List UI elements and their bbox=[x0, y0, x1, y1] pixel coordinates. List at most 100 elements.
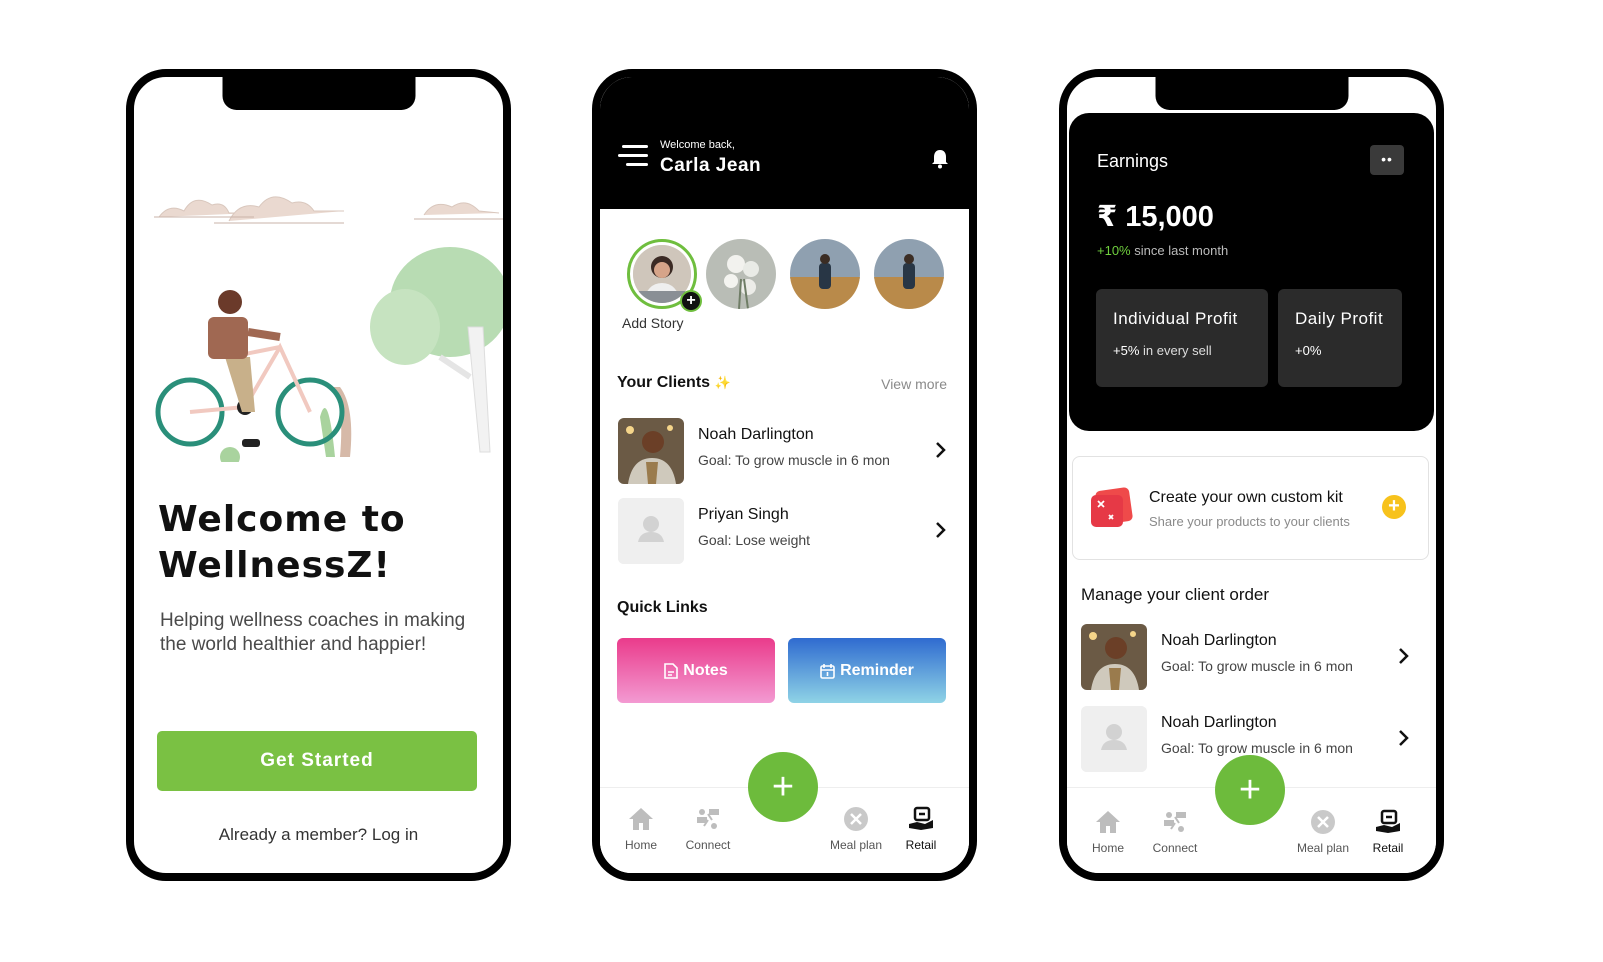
client-name: Noah Darlington bbox=[698, 426, 814, 443]
story-avatar-field-2[interactable] bbox=[874, 239, 944, 309]
manage-orders-title: Manage your client order bbox=[1081, 585, 1270, 604]
story-avatar-field[interactable] bbox=[790, 239, 860, 309]
tab-home-label: Home bbox=[1091, 841, 1124, 855]
story-avatar-flowers[interactable] bbox=[706, 239, 776, 309]
tab-home-label: Home bbox=[624, 838, 657, 852]
tab-retail[interactable]: Retail bbox=[1353, 809, 1423, 855]
client-avatar-placeholder bbox=[618, 498, 684, 564]
tab-meal-plan[interactable]: Meal plan bbox=[821, 806, 891, 852]
add-story-label: Add Story bbox=[622, 315, 684, 331]
individual-profit-subtitle: +5% in every sell bbox=[1113, 343, 1212, 358]
reminder-label: Reminder bbox=[840, 661, 914, 679]
your-clients-label: Your Clients bbox=[617, 374, 711, 391]
earnings-amount: ₹ 15,000 bbox=[1097, 201, 1214, 233]
sparkle-icon: ✨ bbox=[714, 375, 731, 390]
daily-profit-value: +0% bbox=[1295, 343, 1322, 358]
add-fab-button[interactable]: + bbox=[1215, 755, 1285, 825]
phone-retail-screen: Earnings •• ₹ 15,000 +10% since last mon… bbox=[1059, 69, 1444, 881]
retail-icon bbox=[1376, 809, 1400, 833]
client-avatar-placeholder bbox=[1081, 706, 1147, 772]
home-icon bbox=[1096, 811, 1120, 833]
greeting-text: Welcome back, bbox=[660, 139, 735, 151]
welcome-subtitle: Helping wellness coaches in making the w… bbox=[160, 610, 466, 655]
individual-profit-title: Individual Profit bbox=[1113, 309, 1238, 328]
chevron-right-icon[interactable] bbox=[1397, 728, 1411, 748]
quick-links-title: Quick Links bbox=[617, 599, 708, 616]
reminder-button[interactable]: Reminder bbox=[788, 638, 946, 703]
hamburger-icon[interactable] bbox=[618, 145, 648, 167]
document-icon bbox=[664, 662, 679, 679]
client-row[interactable]: Priyan Singh Goal: Lose weight bbox=[618, 498, 948, 564]
client-name: Priyan Singh bbox=[698, 506, 789, 523]
earnings-change-text: since last month bbox=[1130, 243, 1229, 258]
individual-profit-pct: +5% bbox=[1113, 343, 1140, 358]
tab-home[interactable]: Home bbox=[606, 806, 676, 852]
earnings-change-pct: +10% bbox=[1097, 243, 1131, 258]
phone-welcome-screen: Welcome to WellnessZ! Helping wellness c… bbox=[126, 69, 511, 881]
user-name: Carla Jean bbox=[660, 155, 762, 176]
tab-connect[interactable]: Connect bbox=[1140, 809, 1210, 855]
client-row[interactable]: Noah Darlington Goal: To grow muscle in … bbox=[618, 418, 948, 484]
client-name: Noah Darlington bbox=[1161, 714, 1277, 731]
home-header: Welcome back, Carla Jean bbox=[600, 77, 969, 209]
add-story-button[interactable]: + bbox=[627, 239, 702, 312]
tab-retail[interactable]: Retail bbox=[886, 806, 956, 852]
notes-button[interactable]: Notes bbox=[617, 638, 775, 703]
tab-meal-plan-label: Meal plan bbox=[1296, 841, 1350, 855]
daily-profit-card[interactable]: Daily Profit +0% bbox=[1278, 289, 1402, 387]
tab-connect[interactable]: Connect bbox=[673, 806, 743, 852]
view-more-link[interactable]: View more bbox=[881, 376, 947, 392]
custom-kit-card[interactable]: Create your own custom kit Share your pr… bbox=[1072, 456, 1429, 560]
client-goal: Goal: To grow muscle in 6 mon bbox=[1161, 658, 1353, 674]
earnings-change: +10% since last month bbox=[1097, 243, 1228, 258]
chevron-right-icon[interactable] bbox=[1397, 646, 1411, 666]
tab-connect-label: Connect bbox=[1152, 841, 1198, 855]
tab-retail-label: Retail bbox=[905, 838, 937, 852]
kit-icon bbox=[1091, 487, 1133, 527]
cyclist-illustration bbox=[155, 247, 503, 462]
tab-meal-plan-label: Meal plan bbox=[829, 838, 883, 852]
dots-icon[interactable]: •• bbox=[1370, 145, 1404, 175]
individual-profit-card[interactable]: Individual Profit +5% in every sell bbox=[1096, 289, 1268, 387]
stories-row: + Add Story bbox=[618, 239, 958, 339]
order-row[interactable]: Noah Darlington Goal: To grow muscle in … bbox=[1081, 624, 1411, 690]
connect-icon bbox=[1164, 812, 1186, 832]
tab-connect-label: Connect bbox=[685, 838, 731, 852]
get-started-button[interactable]: Get Started bbox=[157, 731, 477, 791]
phone-notch bbox=[222, 77, 415, 110]
plus-icon: + bbox=[1238, 768, 1262, 811]
tab-home[interactable]: Home bbox=[1073, 809, 1143, 855]
kit-title: Create your own custom kit bbox=[1149, 489, 1343, 506]
notes-label: Notes bbox=[683, 661, 728, 679]
plus-icon: + bbox=[771, 765, 795, 808]
welcome-title: Welcome to WellnessZ! bbox=[158, 499, 406, 586]
retail-icon bbox=[909, 806, 933, 830]
client-goal: Goal: To grow muscle in 6 mon bbox=[698, 452, 890, 468]
add-fab-button[interactable]: + bbox=[748, 752, 818, 822]
earnings-card: Earnings •• ₹ 15,000 +10% since last mon… bbox=[1069, 113, 1434, 431]
client-goal: Goal: Lose weight bbox=[698, 532, 811, 548]
individual-profit-text: in every sell bbox=[1139, 343, 1212, 358]
chevron-right-icon[interactable] bbox=[934, 520, 948, 540]
add-kit-plus-icon[interactable]: + bbox=[1382, 495, 1406, 519]
meal-plan-icon bbox=[1311, 810, 1335, 834]
meal-plan-icon bbox=[844, 807, 868, 831]
phone-home-screen: Welcome back, Carla Jean + Add Story You… bbox=[592, 69, 977, 881]
chevron-right-icon[interactable] bbox=[934, 440, 948, 460]
your-clients-title: Your Clients ✨ bbox=[617, 374, 731, 392]
client-avatar bbox=[618, 418, 684, 484]
connect-icon bbox=[697, 809, 719, 829]
phone-notch bbox=[1155, 77, 1348, 110]
plus-icon: + bbox=[680, 290, 702, 312]
daily-profit-title: Daily Profit bbox=[1295, 309, 1384, 328]
calendar-icon bbox=[820, 663, 835, 679]
earnings-title: Earnings bbox=[1097, 151, 1169, 171]
home-icon bbox=[629, 808, 653, 830]
login-link[interactable]: Already a member? Log in bbox=[134, 825, 503, 845]
kit-subtitle: Share your products to your clients bbox=[1149, 514, 1350, 529]
tab-retail-label: Retail bbox=[1372, 841, 1404, 855]
bell-icon[interactable] bbox=[931, 149, 949, 169]
tab-meal-plan[interactable]: Meal plan bbox=[1288, 809, 1358, 855]
client-avatar bbox=[1081, 624, 1147, 690]
client-goal: Goal: To grow muscle in 6 mon bbox=[1161, 740, 1353, 756]
